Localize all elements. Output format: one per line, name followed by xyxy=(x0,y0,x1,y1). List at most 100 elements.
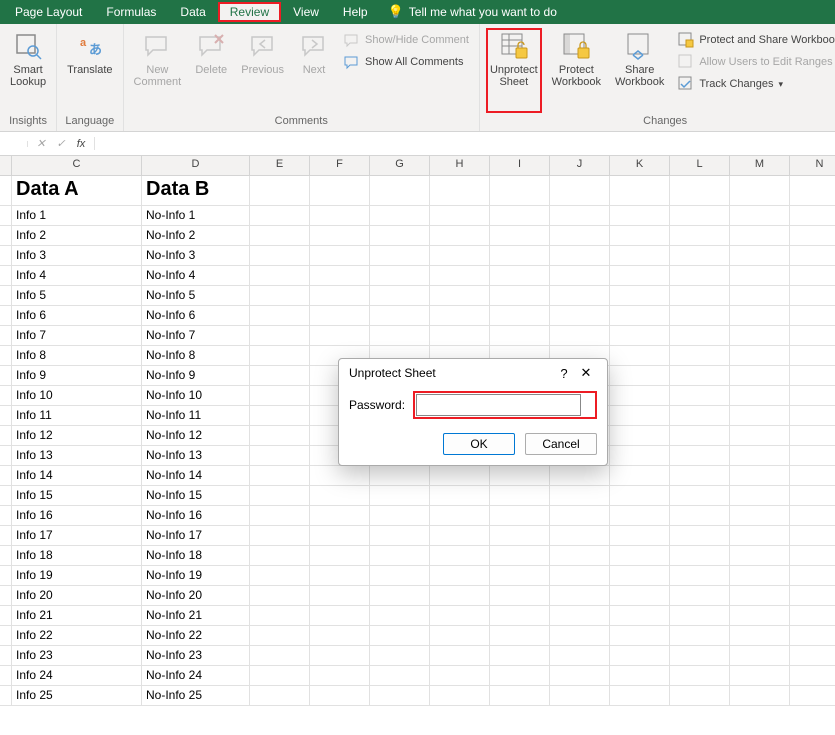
cell[interactable] xyxy=(730,526,790,546)
cell[interactable] xyxy=(670,666,730,686)
cell[interactable]: No-Info 2 xyxy=(142,226,250,246)
cell[interactable] xyxy=(670,176,730,206)
cell[interactable] xyxy=(730,566,790,586)
cell[interactable] xyxy=(490,226,550,246)
cell[interactable] xyxy=(0,686,12,706)
cell[interactable]: Info 6 xyxy=(12,306,142,326)
cell[interactable] xyxy=(670,526,730,546)
cell[interactable] xyxy=(490,286,550,306)
cell[interactable] xyxy=(490,266,550,286)
cell[interactable] xyxy=(310,506,370,526)
cell[interactable] xyxy=(430,326,490,346)
cell[interactable]: No-Info 24 xyxy=(142,666,250,686)
cell[interactable] xyxy=(310,546,370,566)
cell[interactable] xyxy=(0,306,12,326)
cell[interactable] xyxy=(730,666,790,686)
cell[interactable]: Info 8 xyxy=(12,346,142,366)
cell[interactable] xyxy=(310,526,370,546)
protect-share-workbook-button[interactable]: Protect and Share Workbook xyxy=(674,30,835,50)
cell[interactable] xyxy=(790,386,835,406)
cell[interactable] xyxy=(490,306,550,326)
cell[interactable] xyxy=(310,266,370,286)
cell[interactable] xyxy=(0,426,12,446)
cell[interactable] xyxy=(490,666,550,686)
cell[interactable] xyxy=(250,686,310,706)
cell[interactable] xyxy=(430,206,490,226)
cell[interactable] xyxy=(490,546,550,566)
cell[interactable] xyxy=(370,246,430,266)
cell[interactable] xyxy=(670,246,730,266)
cell[interactable]: Info 21 xyxy=(12,606,142,626)
col-header[interactable]: M xyxy=(730,156,790,176)
cell[interactable]: Info 16 xyxy=(12,506,142,526)
cell[interactable] xyxy=(250,626,310,646)
cell[interactable] xyxy=(730,506,790,526)
cell[interactable] xyxy=(550,506,610,526)
cell[interactable] xyxy=(550,466,610,486)
cell[interactable]: No-Info 22 xyxy=(142,626,250,646)
cell[interactable] xyxy=(670,546,730,566)
cell[interactable] xyxy=(610,386,670,406)
cell[interactable] xyxy=(790,286,835,306)
cell[interactable] xyxy=(550,686,610,706)
cell[interactable] xyxy=(490,646,550,666)
cell[interactable] xyxy=(0,286,12,306)
cell[interactable]: No-Info 11 xyxy=(142,406,250,426)
cell[interactable] xyxy=(790,506,835,526)
cell[interactable] xyxy=(0,506,12,526)
cell[interactable] xyxy=(0,366,12,386)
cell[interactable] xyxy=(670,426,730,446)
cell[interactable] xyxy=(310,606,370,626)
cell[interactable] xyxy=(790,486,835,506)
cell[interactable]: Info 9 xyxy=(12,366,142,386)
cell[interactable] xyxy=(430,466,490,486)
cell[interactable] xyxy=(370,626,430,646)
close-icon[interactable]: ✕ xyxy=(575,365,597,381)
password-input[interactable] xyxy=(416,394,581,416)
col-header[interactable]: E xyxy=(250,156,310,176)
share-workbook-button[interactable]: Share Workbook xyxy=(611,28,668,113)
col-header[interactable]: F xyxy=(310,156,370,176)
cell[interactable] xyxy=(0,546,12,566)
cell[interactable] xyxy=(610,646,670,666)
cell[interactable] xyxy=(0,386,12,406)
cell[interactable] xyxy=(370,686,430,706)
cell[interactable] xyxy=(610,246,670,266)
cell[interactable]: Info 11 xyxy=(12,406,142,426)
cell[interactable] xyxy=(430,226,490,246)
col-header[interactable]: N xyxy=(790,156,835,176)
protect-workbook-button[interactable]: Protect Workbook xyxy=(548,28,605,113)
cell[interactable] xyxy=(730,466,790,486)
translate-button[interactable]: aあ Translate xyxy=(63,28,116,113)
cell[interactable]: Info 23 xyxy=(12,646,142,666)
cell[interactable] xyxy=(730,176,790,206)
cell[interactable] xyxy=(430,626,490,646)
cell[interactable] xyxy=(490,466,550,486)
cell[interactable] xyxy=(250,226,310,246)
tab-formulas[interactable]: Formulas xyxy=(94,2,168,22)
unprotect-sheet-button[interactable]: Unprotect Sheet xyxy=(486,28,542,113)
cell[interactable] xyxy=(730,386,790,406)
cell[interactable] xyxy=(490,486,550,506)
cell[interactable] xyxy=(250,566,310,586)
name-box[interactable] xyxy=(0,141,28,147)
cell[interactable] xyxy=(610,326,670,346)
cell[interactable] xyxy=(430,306,490,326)
cell[interactable] xyxy=(370,606,430,626)
cell[interactable] xyxy=(610,566,670,586)
cell[interactable]: Info 20 xyxy=(12,586,142,606)
cell[interactable]: Info 4 xyxy=(12,266,142,286)
cell[interactable] xyxy=(490,326,550,346)
ok-button[interactable]: OK xyxy=(443,433,515,455)
cell[interactable] xyxy=(310,486,370,506)
cell[interactable] xyxy=(790,226,835,246)
cell[interactable]: No-Info 10 xyxy=(142,386,250,406)
cell[interactable] xyxy=(730,286,790,306)
formula-input[interactable] xyxy=(95,135,835,153)
cell[interactable] xyxy=(370,486,430,506)
cell[interactable]: No-Info 8 xyxy=(142,346,250,366)
cell[interactable] xyxy=(790,566,835,586)
cell[interactable] xyxy=(550,486,610,506)
cell[interactable] xyxy=(550,176,610,206)
cell[interactable] xyxy=(790,606,835,626)
